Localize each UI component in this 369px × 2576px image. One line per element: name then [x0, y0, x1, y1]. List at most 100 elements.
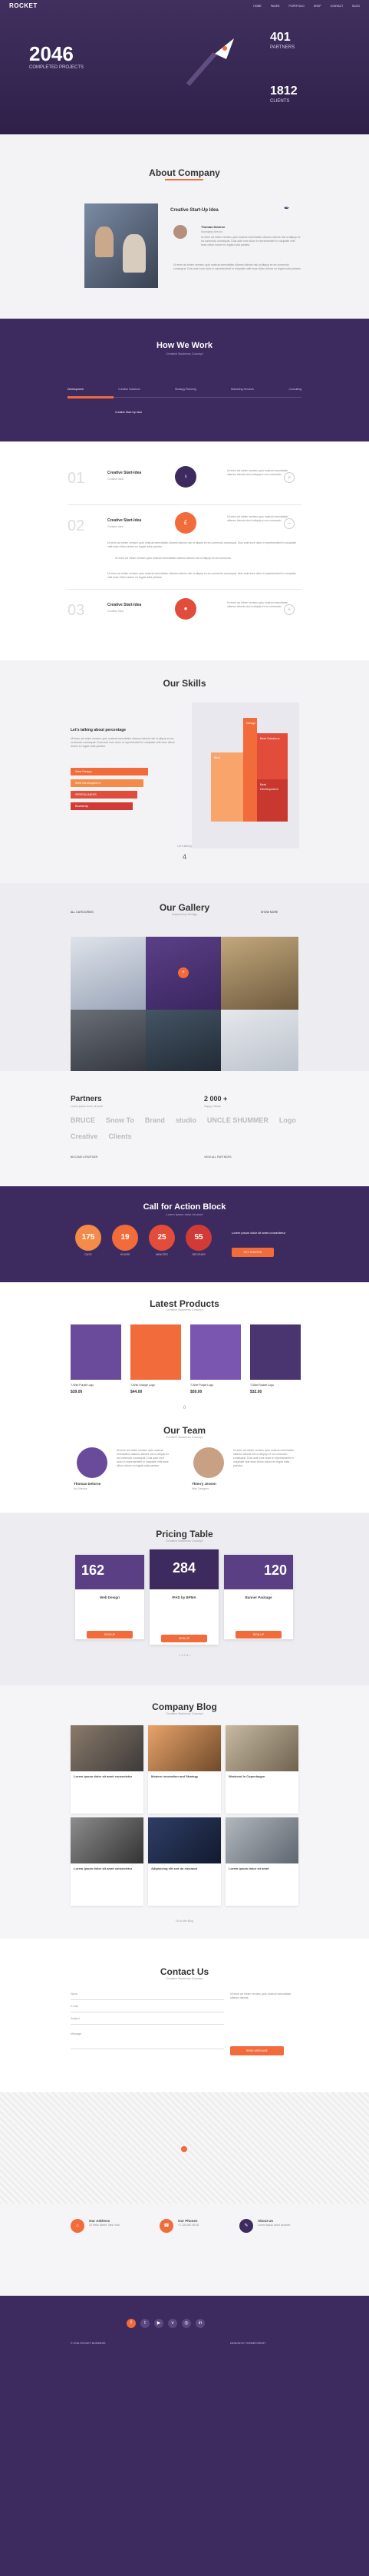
subject-field[interactable]: Subject — [71, 2015, 224, 2025]
map-pin-icon[interactable] — [181, 2146, 187, 2152]
blog-post-title[interactable]: Adipisicing elit sed do eiusmod — [148, 1863, 221, 1874]
blog-post[interactable]: Lorem ipsum dolor sit amet — [226, 1817, 298, 1906]
quill-icon: ✒ — [284, 204, 290, 212]
skill-block-3: Best Solutions — [257, 733, 288, 779]
cta-subtitle: Lorem ipsum dolor sit amet — [166, 1212, 203, 1216]
message-placeholder: Message — [71, 2032, 82, 2035]
step-plus-icon-1[interactable]: + — [284, 472, 295, 483]
product-image-3[interactable] — [190, 1324, 241, 1380]
price-value: 284 — [150, 1549, 219, 1589]
howwork-active: Creative Start-Up Idea — [115, 411, 142, 414]
footer: f t ▶ v ◎ in © 2016 ROCKET BUSINESS DESI… — [0, 2296, 369, 2576]
partner-logo[interactable]: Brand — [145, 1116, 165, 1126]
tab-marketing[interactable]: Marketing Services — [231, 388, 254, 392]
product-image-1[interactable] — [71, 1324, 121, 1380]
youtube-icon[interactable]: ▶ — [154, 2319, 163, 2328]
step-detail-list: Ut enim ad minim veniam, quis nostrud ex… — [115, 557, 232, 560]
step-minus-icon-2[interactable]: − — [284, 518, 295, 529]
gallery-image-3[interactable] — [221, 937, 298, 1010]
tab-strategy[interactable]: Strategy Planning — [175, 388, 196, 392]
product-name[interactable]: T-Shirt Orange Logo — [130, 1384, 155, 1387]
blog-post-title[interactable]: Weekend in Copenhagen — [226, 1771, 298, 1782]
nav-item-contact[interactable]: CONTACT — [331, 5, 344, 8]
signup-button[interactable]: SIGN UP — [161, 1635, 207, 1643]
partner-logo[interactable]: Creative — [71, 1132, 98, 1142]
blog-post[interactable]: Weekend in Copenhagen — [226, 1725, 298, 1814]
message-field[interactable]: Message — [71, 2031, 224, 2049]
footer-credit[interactable]: DESIGN BY THEMEFOREST — [230, 2342, 265, 2346]
products-pager[interactable]: 0 — [0, 1405, 369, 1411]
blog-post[interactable]: Lorem ipsum dolor sit amet consectetur — [71, 1725, 143, 1814]
linkedin-icon[interactable]: in — [196, 2319, 205, 2328]
send-button[interactable]: SEND MESSAGE — [230, 2046, 284, 2055]
partners-section: Partners Lorem ipsum dolor sit amet 2 00… — [0, 1071, 369, 1186]
nav-item-pages[interactable]: PAGES — [271, 5, 280, 8]
about-card-title: Creative Start-Up Idea — [170, 208, 219, 213]
rocket-icon: ✎ — [239, 2219, 253, 2233]
countdown-label: HOURS — [120, 1253, 130, 1256]
footer-about: ✎ About Us Lorem ipsum dolor sit amet — [239, 2219, 290, 2233]
blog-post-title[interactable]: Lorem ipsum dolor sit amet — [226, 1863, 298, 1874]
products-section: Latest Products Creative Business Concep… — [0, 1282, 369, 1417]
partners-view-all-link[interactable]: VIEW ALL PARTNERS — [204, 1156, 232, 1159]
step-plus-icon-3[interactable]: + — [284, 604, 295, 615]
nav-item-shop[interactable]: SHOP — [314, 5, 321, 8]
howwork-tabs: Development Creative Solutions Strategy … — [68, 388, 301, 392]
instagram-icon[interactable]: ◎ — [182, 2319, 191, 2328]
blog-post[interactable]: Adipisicing elit sed do eiusmod — [148, 1817, 221, 1906]
cta-button[interactable]: GET STARTED — [232, 1248, 274, 1257]
blog-post-title[interactable]: Modern innovation and Strategy — [148, 1771, 221, 1782]
blog-post-title[interactable]: Lorem ipsum dolor sit amet consectetur — [71, 1771, 143, 1782]
pricing-pager[interactable]: < 1 2 3 > — [0, 1653, 369, 1658]
signup-button[interactable]: SIGN UP — [87, 1631, 133, 1639]
countdown-days: 175 — [75, 1225, 101, 1251]
step-text-3: Ut enim ad minim veniam, quis nostrud ex… — [227, 601, 288, 608]
product-name[interactable]: T-Shirt Purple Logo — [71, 1384, 94, 1387]
tab-consulting[interactable]: Consulting — [288, 388, 301, 392]
facebook-icon[interactable]: f — [127, 2319, 136, 2328]
active-tab-indicator — [68, 396, 114, 398]
partner-logo[interactable]: Snow To — [106, 1116, 134, 1126]
blog-post[interactable]: Modern innovation and Strategy — [148, 1725, 221, 1814]
product-name[interactable]: T-Shirt Rocket Logo — [250, 1384, 274, 1387]
countdown-minutes: 25 — [149, 1225, 175, 1251]
signup-button[interactable]: SIGN UP — [236, 1631, 282, 1639]
partner-logo[interactable]: Clients — [109, 1132, 132, 1142]
twitter-icon[interactable]: t — [140, 2319, 150, 2328]
tab-development[interactable]: Development — [68, 388, 84, 392]
tab-creative[interactable]: Creative Solutions — [118, 388, 140, 392]
partner-logo[interactable]: UNCLE SHUMMER — [207, 1116, 269, 1126]
blog-post-title[interactable]: Lorem ipsum dolor sit amet consectetur — [71, 1863, 143, 1874]
partner-logo[interactable]: BRUCE — [71, 1116, 95, 1126]
product-image-2[interactable] — [130, 1324, 181, 1380]
step-icon-1: ♀ — [175, 466, 196, 488]
step-detail: Ut enim ad minim veniam, quis nostrud ex… — [107, 541, 296, 548]
nav-item-portfolio[interactable]: PORTFOLIO — [289, 5, 305, 8]
skill-bar: Web Development — [71, 779, 143, 787]
step-sub-1: Creative Idea — [107, 478, 124, 481]
product-name[interactable]: T-Shirt Purple Logo — [190, 1384, 213, 1387]
blog-footer-link[interactable]: Go to the Blog — [0, 1920, 369, 1923]
zoom-icon[interactable]: + — [178, 967, 189, 978]
skill-bar: SPEEDLINESS — [71, 791, 137, 799]
partner-logo[interactable]: Logo — [279, 1116, 296, 1126]
partner-logo[interactable]: studio — [176, 1116, 196, 1126]
gallery-image-1[interactable] — [71, 937, 146, 1010]
hero-big-label: COMPLETED PROJECTS — [29, 65, 84, 70]
vimeo-icon[interactable]: v — [168, 2319, 177, 2328]
cta-heading: Lorem ipsum dolor sit amet consectetur — [232, 1231, 286, 1235]
gallery-filter[interactable]: ALL CATEGORIES — [71, 911, 94, 914]
name-field[interactable]: Name — [71, 1991, 224, 2000]
email-field[interactable]: E-mail — [71, 2003, 224, 2012]
logo[interactable]: ROCKET — [9, 2, 38, 10]
blog-post[interactable]: Lorem ipsum dolor sit amet consectetur — [71, 1817, 143, 1906]
skills-section: Our Skills Let's talking about percentag… — [0, 660, 369, 883]
nav-item-blog[interactable]: BLOG — [352, 5, 360, 8]
gallery-show-more[interactable]: SHOW MORE — [261, 911, 278, 914]
steps-section: 01 Creative Start-Idea Creative Idea ♀ U… — [0, 441, 369, 660]
nav-item-home[interactable]: HOME — [253, 5, 262, 8]
partners-become-link[interactable]: BECOME A PARTNER — [71, 1156, 97, 1159]
product-image-4[interactable] — [250, 1324, 301, 1380]
gallery-image-2[interactable]: + — [146, 937, 221, 1010]
map[interactable] — [0, 2092, 369, 2204]
